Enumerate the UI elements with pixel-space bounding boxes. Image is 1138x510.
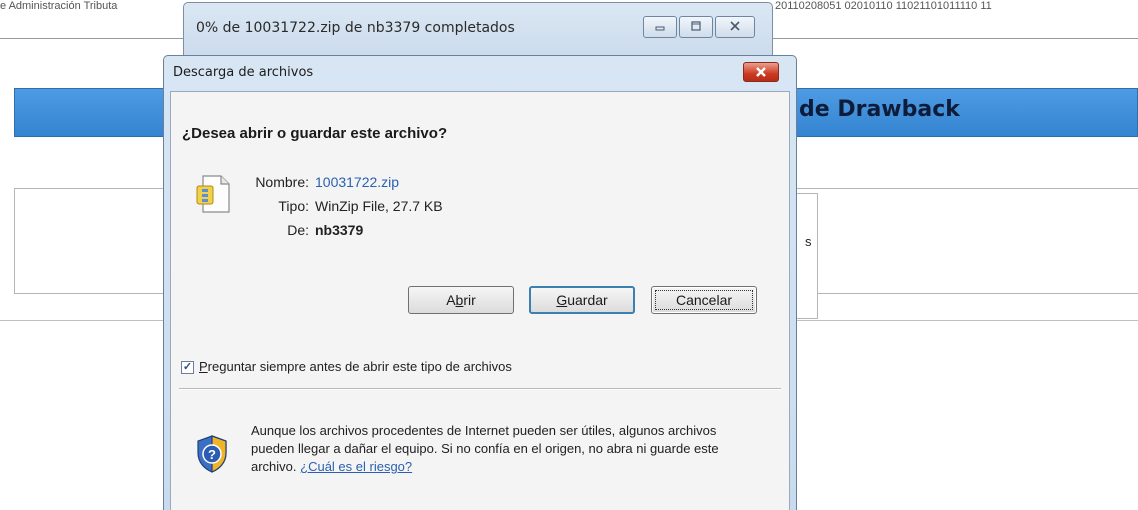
name-label: Nombre: xyxy=(255,174,309,190)
from-value: nb3379 xyxy=(315,222,364,238)
dialog-body: ¿Desea abrir o guardar este archivo? Nom… xyxy=(170,91,790,510)
screen: e Administración Tributa 20110208051 020… xyxy=(0,0,1138,510)
risk-link[interactable]: ¿Cuál es el riesgo? xyxy=(300,459,412,474)
file-download-dialog[interactable]: Descarga de archivos ¿Desea abrir o guar… xyxy=(163,55,797,510)
close-icon xyxy=(756,67,766,77)
dialog-question: ¿Desea abrir o guardar este archivo? xyxy=(182,125,448,142)
page-top-text-right: 20110208051 02010110 11021101011110 11 xyxy=(775,0,992,12)
page-header-title: de Drawback xyxy=(799,97,960,122)
maximize-icon xyxy=(680,19,712,36)
always-ask-label[interactable]: Preguntar siempre antes de abrir este ti… xyxy=(199,359,512,374)
progress-close-button[interactable] xyxy=(715,16,755,38)
close-icon xyxy=(716,19,754,36)
progress-window-title: 0% de 10031722.zip de nb3379 completados xyxy=(196,20,515,36)
type-value: WinZip File, 27.7 KB xyxy=(315,198,443,214)
maximize-button[interactable] xyxy=(679,16,713,38)
progress-window-controls xyxy=(643,16,755,38)
type-label: Tipo: xyxy=(278,198,309,214)
svg-text:?: ? xyxy=(208,447,216,462)
security-shield-icon: ? xyxy=(197,435,227,473)
cancel-button[interactable]: Cancelar xyxy=(651,286,757,314)
page-inner-box xyxy=(796,193,818,319)
dialog-separator xyxy=(179,388,781,390)
name-value: 10031722.zip xyxy=(315,174,400,190)
page-box-text-fragment: s xyxy=(805,234,812,249)
security-warning-text: Aunque los archivos procedentes de Inter… xyxy=(251,423,719,474)
dialog-close-button[interactable] xyxy=(743,62,779,82)
open-button[interactable]: Abrir xyxy=(408,286,514,314)
always-ask-checkbox[interactable]: ✓ xyxy=(181,361,194,374)
dialog-title: Descarga de archivos xyxy=(173,65,314,80)
from-label: De: xyxy=(287,222,309,238)
save-button[interactable]: Guardar xyxy=(529,286,635,314)
page-top-text-left: e Administración Tributa xyxy=(0,0,118,12)
minimize-icon xyxy=(644,19,676,36)
minimize-button[interactable] xyxy=(643,16,677,38)
